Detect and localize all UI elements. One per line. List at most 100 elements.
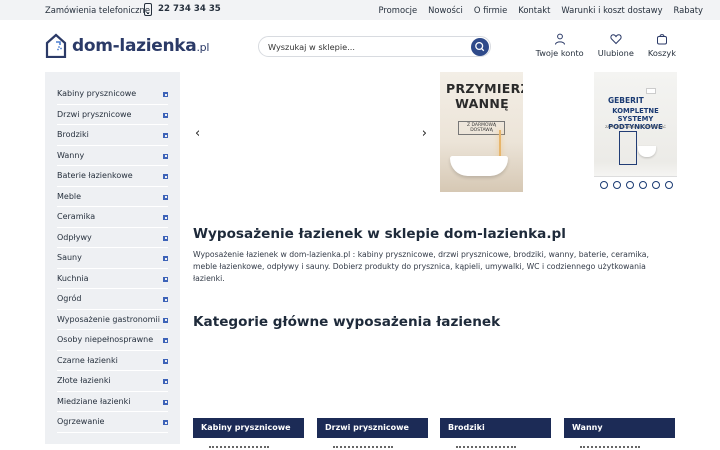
sidebar-item-label: Złote łazienki [57,376,111,385]
promo-brand: GEBERIT [608,96,644,105]
sidebar-item-kabiny[interactable]: Kabiny prysznicowe [57,84,168,105]
slider-next-button[interactable]: › [422,126,427,141]
expand-icon[interactable] [163,92,168,97]
sidebar-item-drzwi[interactable]: Drzwi prysznicowe [57,105,168,125]
expand-icon[interactable] [163,174,168,179]
top-navigation: Promocje Nowości O firmie Kontakt Warunk… [379,5,704,15]
sidebar-item-odplywy[interactable]: Odpływy [57,228,168,248]
sidebar-item-brodziki[interactable]: Brodziki [57,125,168,146]
cart-button[interactable]: Koszyk [648,33,676,58]
account-button[interactable]: Twoje konto [536,33,584,58]
expand-icon[interactable] [163,297,168,302]
expand-icon[interactable] [163,358,168,364]
expand-icon[interactable] [163,420,168,425]
account-label: Twoje konto [535,48,584,58]
sidebar-item-kuchnia[interactable]: Kuchnia [57,269,168,289]
sidebar-item-ceramika[interactable]: Ceramika [57,207,168,228]
slider-prev-button[interactable]: ‹ [195,126,200,141]
header-icons: Twoje konto Ulubione Koszyk [536,33,676,58]
tile-header: Wanny [564,418,675,438]
category-tile-brodziki[interactable]: Brodziki [440,418,551,450]
feature-icon [652,181,660,189]
promo-banner-geberit[interactable]: GEBERIT KOMPLETNE SYSTEMY PODTYNKOWE ZAP… [594,72,677,192]
expand-icon[interactable] [163,256,168,261]
sidebar-item-label: Brodziki [57,130,89,139]
category-tile-kabiny[interactable]: Kabiny prysznicowe [193,418,304,450]
category-tile-wanny[interactable]: Wanny [564,418,675,450]
expand-icon[interactable] [163,276,168,282]
sidebar-item-label: Kabiny prysznicowe [57,89,137,98]
tile-subcontent [209,446,269,450]
expand-icon[interactable] [163,338,168,343]
sidebar-item-ogrod[interactable]: Ogród [57,289,168,310]
nav-link-dostawa[interactable]: Warunki i koszt dostawy [561,5,662,15]
tile-header: Kabiny prysznicowe [193,418,304,438]
tile-label: Kabiny prysznicowe [201,423,291,432]
nav-link-nowosci[interactable]: Nowości [428,5,463,15]
sidebar-item-wanny[interactable]: Wanny [57,146,168,166]
nav-link-o-firmie[interactable]: O firmie [474,5,507,15]
search-button[interactable] [471,38,489,56]
expand-icon[interactable] [163,235,168,241]
phone-number[interactable]: 22 734 34 35 [158,4,221,14]
toilet-image [638,146,656,157]
promo-banner-bathtub[interactable]: PRZYMIERZ WANNĘ Z DARMOWĄ DOSTAWĄ [440,72,523,192]
sidebar-item-zlote[interactable]: Złote łazienki [57,371,168,392]
expand-icon[interactable] [163,215,168,220]
sidebar-item-label: Wanny [57,150,85,160]
tile-subcontent [333,446,393,450]
hero-slider: ‹ › [193,72,435,192]
sidebar-item-sauny[interactable]: Sauny [57,248,168,269]
house-logo-icon [45,33,67,58]
feature-icon [665,181,673,189]
bathtub-image [450,156,508,176]
promo-title: PRZYMIERZ WANNĘ [446,81,523,111]
sidebar-item-baterie[interactable]: Baterie łazienkowe [57,166,168,187]
expand-icon[interactable] [163,133,168,138]
feature-icon [600,181,608,189]
sidebar-item-gastronomia[interactable]: Wyposażenie gastronomii [57,310,168,330]
sidebar-item-label: Ogród [57,294,82,303]
feature-icon [626,181,634,189]
expand-icon[interactable] [163,317,168,323]
sidebar-item-ogrzewanie[interactable]: Ogrzewanie [57,412,168,433]
page-title: Wyposażenie łazienek w sklepie dom-lazie… [193,226,566,242]
site-logo[interactable]: dom-lazienka.pl [45,33,215,61]
sidebar-item-czarne[interactable]: Czarne łazienki [57,351,168,371]
feature-icon [613,181,621,189]
expand-icon[interactable] [163,112,168,118]
heart-icon [610,34,622,45]
tile-label: Wanny [572,423,603,432]
favorites-label: Ulubione [597,48,634,58]
sidebar-item-meble[interactable]: Meble [57,187,168,207]
tile-subcontent [456,446,516,450]
user-icon [554,33,565,45]
expand-icon[interactable] [163,194,168,200]
category-tile-drzwi[interactable]: Drzwi prysznicowe [317,418,428,450]
expand-icon[interactable] [163,399,168,405]
tile-header: Brodziki [440,418,551,438]
nav-link-promocje[interactable]: Promocje [379,5,418,15]
sidebar-item-label: Sauny [57,253,82,262]
sidebar-item-label: Kuchnia [57,273,89,283]
expand-icon[interactable] [163,379,168,384]
category-tiles: Kabiny prysznicowe Drzwi prysznicowe Bro… [193,418,675,450]
feature-icons-strip [594,176,677,192]
sidebar-item-niepelnosprawne[interactable]: Osoby niepełnosprawne [57,330,168,351]
cart-label: Koszyk [647,48,676,58]
expand-icon[interactable] [163,153,168,159]
promo-subtitle: ZAPROJEKTOWANE, BY WSPÓŁGRAĆ [605,125,666,129]
tile-label: Brodziki [448,423,485,432]
nav-link-rabaty[interactable]: Rabaty [674,5,703,15]
bag-icon [656,34,667,45]
sidebar-item-label: Meble [57,191,82,201]
intro-text: Wyposażenie łazienek w dom-lazienka.pl :… [193,250,649,283]
favorites-button[interactable]: Ulubione [598,33,634,58]
sidebar-item-label: Drzwi prysznicowe [57,109,132,119]
sidebar-item-miedziane[interactable]: Miedziane łazienki [57,392,168,412]
search-bar [258,36,491,57]
logo-text: dom-lazienka.pl [72,36,210,56]
search-input[interactable] [268,40,463,54]
nav-link-kontakt[interactable]: Kontakt [518,5,550,15]
sidebar-item-label: Odpływy [57,232,92,242]
